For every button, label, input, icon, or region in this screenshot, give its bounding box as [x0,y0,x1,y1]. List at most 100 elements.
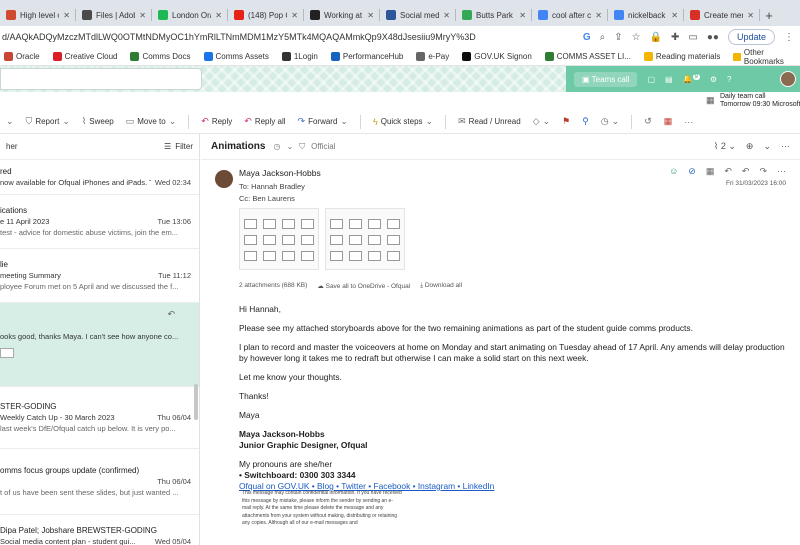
quick-steps-button[interactable]: ϟ Quick steps ⌄ [373,116,433,127]
item-subject-row: e 11 April 2023 Tue 13:06 [0,216,191,227]
tag-button[interactable]: ◇ ⌄ [533,116,550,127]
message-list-item[interactable]: omms focus groups update (confirmed) Thu … [0,449,199,515]
snooze-button[interactable]: ◷ ⌄ [601,116,619,127]
delete-button[interactable]: ⌄ [6,116,14,127]
settings-icon[interactable]: ⚙ [710,75,717,84]
pin-button[interactable]: ⚲ [582,116,589,127]
extensions-icon[interactable]: ✚ [671,32,679,43]
browser-tab[interactable]: Social medi ✕ [380,4,456,26]
search-input[interactable] [0,68,202,90]
close-icon[interactable]: ✕ [443,11,450,20]
sweep-button[interactable]: ⌇ Sweep [82,116,114,127]
user-avatar[interactable] [780,71,796,87]
report-button[interactable]: ⛉ Report ⌄ [26,116,70,127]
message-list-item[interactable]: ications e 11 April 2023 Tue 13:06 test - a… [0,195,199,249]
profile-icon[interactable]: ●● [707,32,719,43]
apps-button[interactable]: ▦ [664,116,673,127]
bookmark-item[interactable]: GOV.UK Signon [462,52,532,61]
undo-button[interactable]: ↺ [644,116,652,127]
more-options-button[interactable]: ··· [684,117,693,127]
zoom-icon[interactable]: ⊕ [746,141,754,152]
reply-label: Reply [211,117,233,126]
close-icon[interactable]: ✕ [519,11,526,20]
message-list-item[interactable]: Dipa Patel; Jobshare BREWSTER-GODING Soci… [0,515,199,545]
attachment-thumbnail[interactable] [325,208,405,270]
read-unread-button[interactable]: ✉ Read / Unread [458,116,521,127]
reply-all-icon[interactable]: ↶ [742,166,750,177]
zoom-icon[interactable]: ⌕ [600,32,606,43]
teams-call-button[interactable]: ▣ Teams call [574,71,638,87]
close-icon[interactable]: ✕ [63,11,70,20]
more-icon[interactable]: ··· [777,166,786,177]
bookmark-star-icon[interactable]: ☆ [632,32,641,43]
sender-name[interactable]: Maya Jackson-Hobbs [239,168,321,178]
calendar-icon[interactable]: ▤ [665,75,673,84]
read-unread-label: Read / Unread [468,117,521,126]
message-list-item[interactable]: STER-GODING Weekly Catch Up - 30 March 20… [0,387,199,449]
apps-icon[interactable]: ▦ [706,166,715,177]
chat-icon[interactable]: ▢ [647,75,655,84]
browser-tab[interactable]: Create mem ✕ [684,4,760,26]
close-icon[interactable]: ✕ [747,11,754,20]
forward-button[interactable]: ↷ Forward ⌄ [298,116,348,127]
attachment-count[interactable]: ⌇ 2 ⌄ [714,141,736,152]
bookmark-item[interactable]: COMMS ASSET LI... [544,52,631,61]
close-icon[interactable]: ✕ [595,11,602,20]
update-button[interactable]: Update [727,29,775,45]
tab-label: cool after c [552,10,592,20]
chevron-down-icon: ⌄ [6,116,14,126]
message-list-item[interactable]: red now available for Ofqual iPhones and … [0,160,199,195]
bookmark-item[interactable]: 1Login [281,52,318,61]
reply-button[interactable]: ↶ Reply [201,116,232,127]
message-list-item[interactable]: ooks good, thanks Maya. I can't see how … [0,303,199,387]
sender-avatar[interactable] [215,170,233,188]
close-icon[interactable]: ✕ [215,11,222,20]
browser-tab[interactable]: Working at ✕ [304,4,380,26]
google-icon[interactable]: G [583,32,591,43]
close-icon[interactable]: ✕ [139,11,146,20]
close-icon[interactable]: ✕ [671,11,678,20]
browser-tab[interactable]: (148) Pop C ✕ [228,4,304,26]
notification-icon[interactable]: 🔔 9 [683,74,700,84]
download-all-button[interactable]: ⤓ Download all [420,282,462,290]
side-panel-icon[interactable]: ▭ [688,32,697,43]
other-bookmarks[interactable]: Other Bookmarks [733,48,800,66]
chevron-down-icon[interactable]: ⌄ [286,142,293,151]
url-field[interactable]: d/AAQkADQyMzczMTdlLWQ0OTMtNDMyOC1hYmRlLT… [0,32,583,42]
browser-tab[interactable]: Butts Park ✕ [456,4,532,26]
message-list-item[interactable]: lie meeting Summary Tue 11:12 ployee Forum … [0,249,199,303]
bookmark-item[interactable]: Reading materials [643,52,720,61]
reply-all-button[interactable]: ↶ Reply all [244,116,285,127]
scrollbar-thumb[interactable] [194,384,198,420]
save-onedrive-button[interactable]: ☁ Save all to OneDrive - Ofqual [317,282,410,290]
bookmark-item[interactable]: Oracle [4,52,40,61]
new-tab-button[interactable]: + [760,4,778,26]
bookmark-item[interactable]: Creative Cloud [52,52,117,61]
filter-button[interactable]: ☰ Filter [164,142,193,151]
more-icon[interactable]: ··· [781,141,790,152]
flag-button[interactable]: ⚑ [562,116,570,127]
help-icon[interactable]: ? [727,75,731,84]
browser-tab[interactable]: High level o ✕ [0,4,76,26]
lock-icon[interactable]: 🔒 [650,32,662,43]
teams-share-icon[interactable]: ⊘ [688,166,696,177]
browser-tab[interactable]: London Ora ✕ [152,4,228,26]
meeting-reminder[interactable]: Daily team call Tomorrow 09:30 Microsoft… [720,93,800,109]
share-icon[interactable]: ⇪ [614,32,622,43]
menu-icon[interactable]: ⋮ [784,32,794,43]
close-icon[interactable]: ✕ [367,11,374,20]
bookmark-item[interactable]: e-Pay [416,52,449,61]
browser-tab[interactable]: nickelback ✕ [608,4,684,26]
browser-tab[interactable]: Files | Adob ✕ [76,4,152,26]
attachment-thumbnail[interactable] [239,208,319,270]
close-icon[interactable]: ✕ [291,11,298,20]
forward-icon[interactable]: ↷ [759,166,767,177]
chevron-down-icon[interactable]: ⌄ [763,141,771,152]
browser-tab[interactable]: cool after c ✕ [532,4,608,26]
bookmark-item[interactable]: Comms Assets [203,52,269,61]
emoji-icon[interactable]: ☺ [669,166,678,177]
reply-icon[interactable]: ↶ [724,166,732,177]
bookmark-item[interactable]: Comms Docs [130,52,191,61]
bookmark-item[interactable]: PerformanceHub [330,52,403,61]
move-to-button[interactable]: ▭ Move to ⌄ [126,116,177,127]
